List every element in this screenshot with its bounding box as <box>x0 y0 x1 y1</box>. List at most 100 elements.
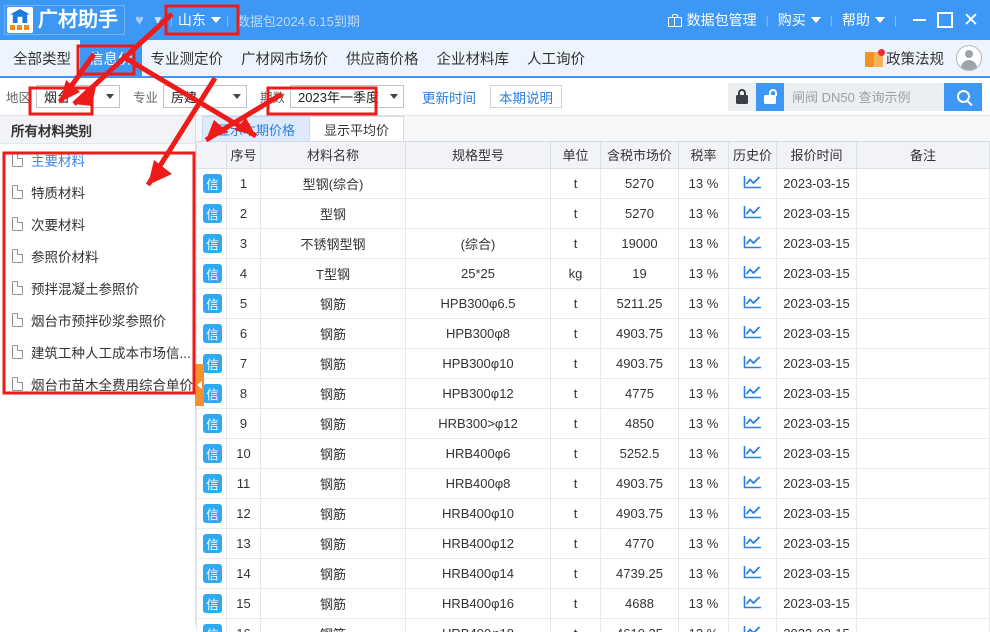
buy-button[interactable]: 购买 <box>772 10 827 30</box>
region-selector-label[interactable]: 山东 <box>178 10 206 30</box>
row-history-price-cell[interactable] <box>728 347 777 379</box>
period-filter-select[interactable]: 2023年一季度 <box>290 85 405 108</box>
table-row[interactable]: 信 16钢筋HRB400φ18t4610.2513 % 2023-03-15 <box>196 617 990 632</box>
help-button[interactable]: 帮助 <box>836 10 891 30</box>
table-row[interactable]: 信 15 钢筋 HRB400φ16 t 4688 13 % 2023-03-15 <box>196 587 990 619</box>
sidebar-item-readymix-mortar[interactable]: 烟台市预拌砂浆参照价 <box>0 304 195 336</box>
row-history-price-cell[interactable] <box>728 287 777 319</box>
table-row[interactable]: 信 12 钢筋 HRB400φ10 t 4903.75 13 % 2023-03-15 <box>196 497 990 529</box>
nav-tab-professional-price[interactable]: 专业测定价 <box>142 39 233 77</box>
heart-icon[interactable]: ♥ <box>135 12 144 29</box>
major-filter-select[interactable]: 房建 <box>163 85 248 108</box>
line-chart-icon[interactable] <box>743 175 762 189</box>
line-chart-icon[interactable] <box>743 355 762 369</box>
table-header-spec[interactable]: 规格型号 <box>405 142 551 169</box>
line-chart-icon[interactable] <box>743 385 762 399</box>
minimize-button[interactable] <box>906 7 932 33</box>
row-history-price-cell[interactable] <box>728 227 777 259</box>
search-input[interactable]: 闸阀 DN50 查询示例 <box>784 82 944 111</box>
tab-current-period-price[interactable]: 显示本期价格 <box>202 116 311 141</box>
sidebar-item-seedling-unit-price[interactable]: 烟台市苗木全费用综合单价 <box>0 368 195 400</box>
table-row[interactable]: 信 4 T型钢 25*25 kg 19 13 % 2023-03-15 <box>196 257 990 289</box>
line-chart-icon[interactable] <box>743 205 762 219</box>
policy-regulations-link[interactable]: 政策法规 <box>886 48 944 69</box>
table-row[interactable]: 信 10 钢筋 HRB400φ6 t 5252.5 13 % 2023-03-15 <box>196 437 990 469</box>
table-row[interactable]: 信 14 钢筋 HRB400φ14 t 4739.25 13 % 2023-03-15 <box>196 557 990 589</box>
sidebar-item-label: 主要材料 <box>31 154 85 169</box>
row-spec: HRB400φ16 <box>405 587 551 619</box>
region-filter-select[interactable]: 烟台 <box>36 85 121 108</box>
close-button[interactable]: ✕ <box>958 7 984 33</box>
sidebar-item-labor-cost[interactable]: 建筑工种人工成本市场信... <box>0 336 195 368</box>
line-chart-icon[interactable] <box>743 475 762 489</box>
nav-tab-all-types[interactable]: 全部类型 <box>4 39 80 77</box>
update-time-button[interactable]: 更新时间 <box>414 87 484 107</box>
row-history-price-cell[interactable] <box>728 257 777 289</box>
nav-tab-supplier-price[interactable]: 供应商价格 <box>337 39 428 77</box>
nav-tab-info-price[interactable]: 信息价 <box>80 39 142 77</box>
table-row[interactable]: 信 1 型钢(综合) t 5270 13 % 2023-03-15 <box>196 167 990 199</box>
sidebar-item-secondary-materials[interactable]: 次要材料 <box>0 208 195 240</box>
line-chart-icon[interactable] <box>743 595 762 609</box>
row-history-price-cell[interactable] <box>728 407 777 439</box>
line-chart-icon[interactable] <box>743 565 762 579</box>
row-history-price-cell[interactable] <box>728 167 777 199</box>
table-row[interactable]: 信 6 钢筋 HPB300φ8 t 4903.75 13 % 2023-03-15 <box>196 317 990 349</box>
nav-tab-manual-inquiry[interactable]: 人工询价 <box>518 39 594 77</box>
row-history-price-cell[interactable] <box>728 497 777 529</box>
row-history-price-cell[interactable] <box>728 317 777 349</box>
search-button[interactable] <box>944 82 982 111</box>
table-header-unit[interactable]: 单位 <box>550 142 601 169</box>
table-row[interactable]: 信 8 钢筋 HPB300φ12 t 4775 13 % 2023-03-15 <box>196 377 990 409</box>
main-nav: 全部类型 信息价 专业测定价 广材网市场价 供应商价格 企业材料库 人工询价 政… <box>0 39 990 78</box>
line-chart-icon[interactable] <box>743 625 762 632</box>
chevron-down-icon[interactable] <box>210 17 221 23</box>
table-row[interactable]: 信 11 钢筋 HRB400φ8 t 4903.75 13 % 2023-03-15 <box>196 467 990 499</box>
row-unit: t <box>550 227 601 259</box>
table-row[interactable]: 信 9 钢筋 HRB300>φ12 t 4850 13 % 2023-03-15 <box>196 407 990 439</box>
sidebar-item-main-materials[interactable]: 主要材料 <box>0 144 195 176</box>
table-row[interactable]: 信 2 型钢 t 5270 13 % 2023-03-15 <box>196 197 990 229</box>
row-history-price-cell[interactable] <box>728 557 777 589</box>
maximize-button[interactable] <box>932 7 958 33</box>
table-row[interactable]: 信 3 不锈钢型钢 (综合) t 19000 13 % 2023-03-15 <box>196 227 990 259</box>
sidebar-item-readymix-concrete[interactable]: 预拌混凝土参照价 <box>0 272 195 304</box>
row-history-price-cell[interactable] <box>728 617 777 632</box>
row-history-price-cell[interactable] <box>728 587 777 619</box>
line-chart-icon[interactable] <box>743 325 762 339</box>
collapse-sidebar-handle[interactable] <box>195 364 204 406</box>
table-row[interactable]: 信 5 钢筋 HPB300φ6.5 t 5211.25 13 % 2023-03-15 <box>196 287 990 319</box>
package-manage-button[interactable]: 数据包管理 <box>662 10 763 30</box>
table-row[interactable]: 信 7 钢筋 HPB300φ10 t 4903.75 13 % 2023-03-15 <box>196 347 990 379</box>
line-chart-icon[interactable] <box>743 295 762 309</box>
row-history-price-cell[interactable] <box>728 527 777 559</box>
table-header-tax-rate[interactable]: 税率 <box>678 142 729 169</box>
line-chart-icon[interactable] <box>743 505 762 519</box>
table-header-history-price[interactable]: 历史价 <box>728 142 777 169</box>
line-chart-icon[interactable] <box>743 445 762 459</box>
row-tax-rate: 13 % <box>678 167 729 199</box>
sidebar-item-special-materials[interactable]: 特质材料 <box>0 176 195 208</box>
row-history-price-cell[interactable] <box>728 437 777 469</box>
line-chart-icon[interactable] <box>743 415 762 429</box>
line-chart-icon[interactable] <box>743 265 762 279</box>
table-header-price[interactable]: 含税市场价 <box>600 142 679 169</box>
table-row[interactable]: 信 13 钢筋 HRB400φ12 t 4770 13 % 2023-03-15 <box>196 527 990 559</box>
row-history-price-cell[interactable] <box>728 467 777 499</box>
table-header-index[interactable]: 序号 <box>226 142 261 169</box>
line-chart-icon[interactable] <box>743 535 762 549</box>
table-header-quote-date[interactable]: 报价时间 <box>776 142 857 169</box>
period-note-button[interactable]: 本期说明 <box>490 85 563 108</box>
line-chart-icon[interactable] <box>743 235 762 249</box>
sidebar-item-reference-price-materials[interactable]: 参照价材料 <box>0 240 195 272</box>
row-history-price-cell[interactable] <box>728 377 777 409</box>
row-history-price-cell[interactable] <box>728 197 777 229</box>
nav-tab-enterprise-library[interactable]: 企业材料库 <box>428 39 519 77</box>
nav-tab-market-price[interactable]: 广材网市场价 <box>232 39 337 77</box>
table-header-note[interactable]: 备注 <box>856 142 990 169</box>
table-header-material-name[interactable]: 材料名称 <box>260 142 406 169</box>
lock-closed-button[interactable] <box>728 82 756 111</box>
avatar[interactable] <box>956 45 982 71</box>
lock-open-button[interactable] <box>756 82 784 111</box>
tab-average-price[interactable]: 显示平均价 <box>309 116 405 141</box>
